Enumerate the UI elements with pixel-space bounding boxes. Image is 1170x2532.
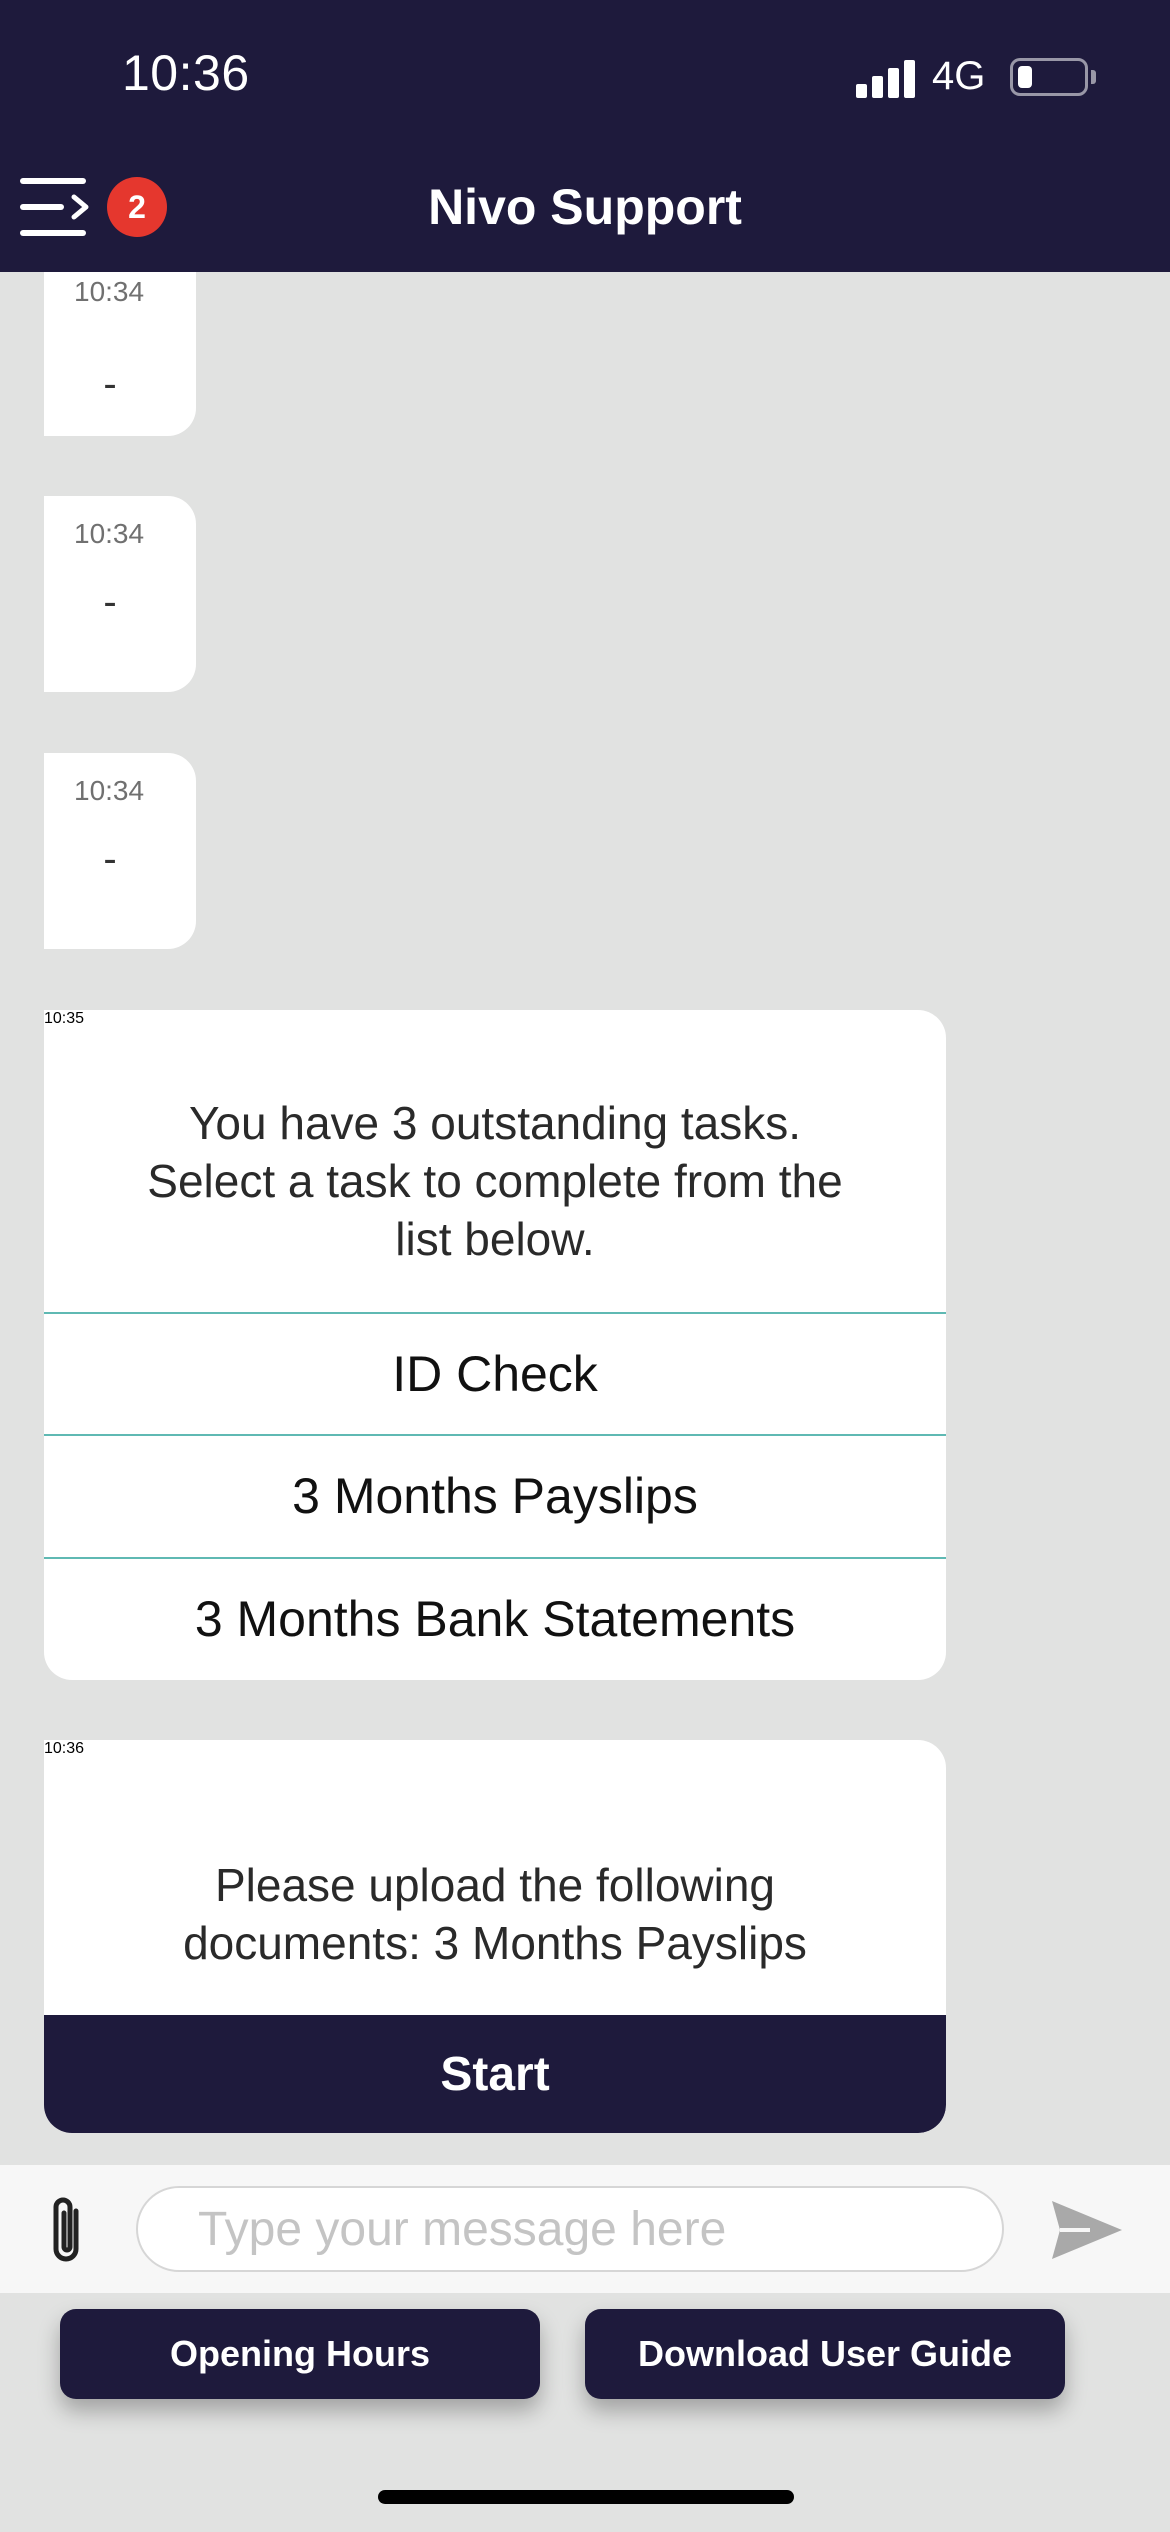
chat-message: 10:34 - [44,753,196,949]
paperclip-icon[interactable] [44,2193,92,2269]
battery-icon [1010,58,1088,96]
message-time: 10:34 [74,518,145,549]
start-button[interactable]: Start [44,2015,946,2133]
message-time: 10:34 [74,775,145,806]
signal-icon [856,58,916,98]
home-indicator [378,2490,794,2504]
message-text: - [103,362,117,406]
message-composer [0,2165,1170,2293]
task-option-payslips[interactable]: 3 Months Payslips [44,1434,946,1556]
tasks-message: You have 3 outstanding tasks. Select a t… [147,1097,843,1265]
message-time: 10:35 [44,1010,85,1027]
send-icon[interactable] [1050,2197,1124,2263]
battery-tip [1091,70,1096,84]
message-time: 10:34 [74,276,145,307]
message-time: 10:36 [44,1740,85,1757]
page-title: Nivo Support [428,179,742,235]
tasks-card: 10:35 You have 3 outstanding tasks. Sele… [44,1010,946,1680]
upload-card: 10:36 Please upload the following docume… [44,1740,946,2133]
chat-message: 10:34 - [44,496,196,692]
app-header: 10:36 4G 2 Nivo Support [0,0,1170,272]
task-option-id-check[interactable]: ID Check [44,1312,946,1434]
chat-screen: 10:36 4G 2 Nivo Support 10:34 - 10:34 - … [0,0,1170,2532]
message-input[interactable] [136,2186,1004,2272]
message-text: - [103,580,117,624]
task-option-bank-statements[interactable]: 3 Months Bank Statements [44,1557,946,1679]
chat-message: 10:34 - [44,272,196,436]
opening-hours-button[interactable]: Opening Hours [60,2309,540,2399]
message-text: - [103,837,117,881]
download-user-guide-button[interactable]: Download User Guide [585,2309,1065,2399]
upload-message: Please upload the following documents: 3… [183,1859,807,1969]
network-type: 4G [932,54,986,98]
status-time: 10:36 [122,45,250,101]
